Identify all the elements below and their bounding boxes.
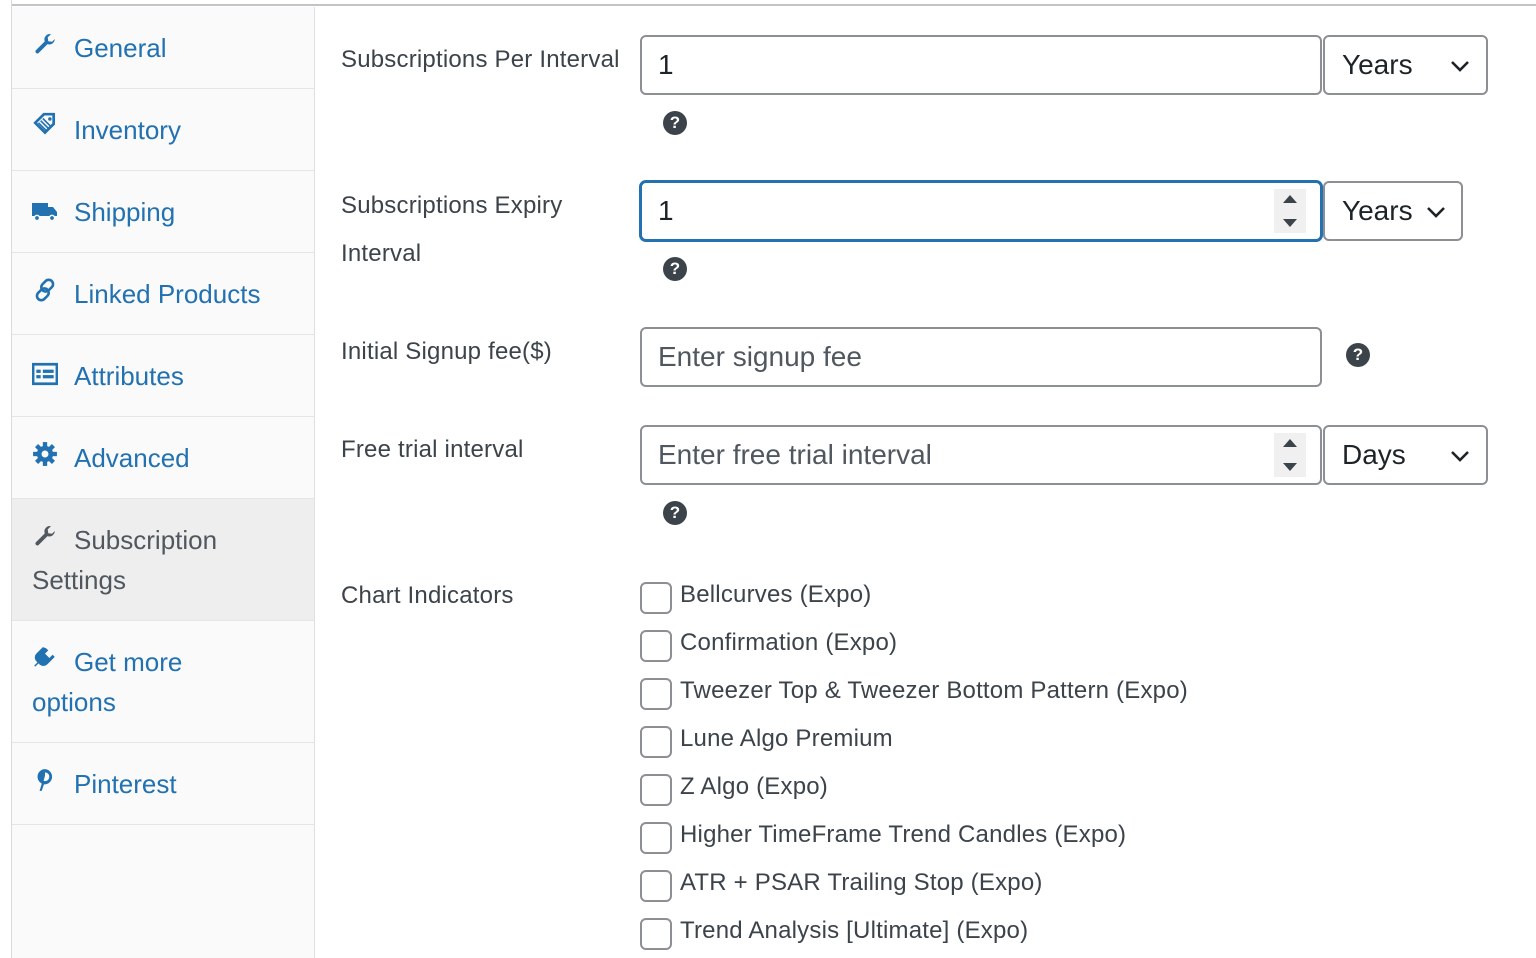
indicator-label: Higher TimeFrame Trend Candles (Expo) (680, 821, 1127, 848)
signup-fee-placeholder: Enter signup fee (658, 341, 862, 372)
indicator-label: ATR + PSAR Trailing Stop (Expo) (680, 869, 1043, 896)
per-interval-unit-value: Years (1342, 49, 1413, 80)
tab-get-more-options[interactable]: Get more options (12, 621, 314, 743)
gear-icon (33, 442, 57, 466)
help-icon[interactable]: ? (663, 501, 687, 525)
expiry-interval-unit-value: Years (1342, 195, 1413, 226)
list-view-icon (32, 362, 58, 386)
chevron-down-icon (1451, 61, 1469, 72)
tab-pinterest[interactable]: Pinterest (12, 743, 314, 825)
chevron-down-icon (1451, 451, 1469, 462)
expiry-interval-label-1: Subscriptions Expiry (341, 192, 563, 219)
indicator-checkbox[interactable] (640, 678, 672, 710)
tab-pinterest-label: Pinterest (74, 769, 177, 799)
indicator-label: Confirmation (Expo) (680, 629, 898, 656)
chart-indicators-label: Chart Indicators (341, 582, 514, 609)
tab-subscription-settings[interactable]: Subscription Settings (12, 499, 314, 621)
tab-get-more-options-label-1: Get more (74, 647, 183, 677)
wrench-icon (35, 34, 56, 54)
indicator-checkbox[interactable] (640, 774, 672, 806)
indicator-label: Trend Analysis [Ultimate] (Expo) (680, 917, 1029, 944)
free-trial-label: Free trial interval (341, 436, 524, 463)
top-border (0, 0, 1536, 6)
help-glyph: ? (669, 113, 681, 132)
indicator-label: Bellcurves (Expo) (680, 581, 872, 608)
help-glyph: ? (1352, 345, 1364, 364)
help-icon[interactable]: ? (663, 257, 687, 281)
indicator-label: Z Algo (Expo) (680, 773, 828, 800)
tab-inventory-label: Inventory (74, 115, 181, 145)
number-spinner[interactable] (1274, 433, 1306, 477)
help-glyph: ? (669, 259, 681, 278)
indicator-checkbox[interactable] (640, 870, 672, 902)
product-data-tabs: General Inventory Shipping Linked Produc… (12, 7, 315, 958)
indicator-label: Tweezer Top & Tweezer Bottom Pattern (Ex… (680, 677, 1188, 704)
indicator-checkbox[interactable] (640, 726, 672, 758)
link-icon (35, 278, 55, 302)
per-interval-value: 1 (658, 49, 674, 80)
expiry-interval-label-2: Interval (341, 240, 422, 267)
tag-icon (33, 112, 56, 135)
spinner-down-icon[interactable] (1283, 463, 1297, 471)
tab-get-more-options-label-2: options (32, 687, 116, 717)
spinner-down-icon[interactable] (1283, 219, 1297, 227)
left-edge (0, 0, 12, 958)
tab-advanced[interactable]: Advanced (12, 417, 314, 499)
free-trial-unit-select[interactable]: Days (1323, 425, 1488, 485)
expiry-interval-unit-select[interactable]: Years (1323, 181, 1463, 241)
spinner-up-icon[interactable] (1283, 195, 1297, 203)
indicator-checkbox[interactable] (640, 630, 672, 662)
free-trial-placeholder: Enter free trial interval (658, 439, 932, 470)
tab-subscription-settings-label-1: Subscription (74, 525, 218, 555)
indicator-checkbox[interactable] (640, 582, 672, 614)
indicator-checkbox[interactable] (640, 822, 672, 854)
wrench-icon (35, 526, 56, 546)
pinterest-icon (37, 769, 53, 791)
tab-linked-products[interactable]: Linked Products (12, 253, 314, 335)
tab-general[interactable]: General (12, 7, 314, 89)
tab-inventory[interactable]: Inventory (12, 89, 314, 171)
per-interval-label: Subscriptions Per Interval (341, 46, 620, 73)
tab-subscription-settings-label-2: Settings (32, 565, 126, 595)
help-icon[interactable]: ? (663, 111, 687, 135)
per-interval-unit-select[interactable]: Years (1323, 35, 1488, 95)
tab-attributes[interactable]: Attributes (12, 335, 314, 417)
spinner-up-icon[interactable] (1283, 439, 1297, 447)
per-interval-input[interactable]: 1 (640, 35, 1322, 95)
free-trial-unit-value: Days (1342, 439, 1406, 470)
chevron-down-icon (1427, 207, 1445, 218)
indicator-checkbox[interactable] (640, 918, 672, 950)
subscription-settings-panel: Subscriptions Per Interval 1 Years ? Sub… (316, 7, 1536, 958)
free-trial-input[interactable]: Enter free trial interval (640, 425, 1322, 485)
tab-general-label: General (74, 33, 167, 63)
tab-advanced-label: Advanced (74, 443, 190, 473)
help-icon[interactable]: ? (1346, 343, 1370, 367)
tab-shipping-label: Shipping (74, 197, 176, 227)
tab-linked-products-label: Linked Products (74, 279, 261, 309)
number-spinner[interactable] (1274, 189, 1306, 233)
tab-attributes-label: Attributes (74, 361, 184, 391)
tab-shipping[interactable]: Shipping (12, 171, 314, 253)
help-glyph: ? (669, 503, 681, 522)
plugin-icon (34, 647, 55, 667)
indicator-label: Lune Algo Premium (680, 725, 893, 752)
signup-fee-label: Initial Signup fee($) (341, 338, 552, 365)
truck-icon (32, 203, 57, 222)
expiry-interval-value: 1 (658, 195, 674, 226)
signup-fee-input[interactable]: Enter signup fee (640, 327, 1322, 387)
expiry-interval-input[interactable]: 1 (640, 181, 1322, 241)
